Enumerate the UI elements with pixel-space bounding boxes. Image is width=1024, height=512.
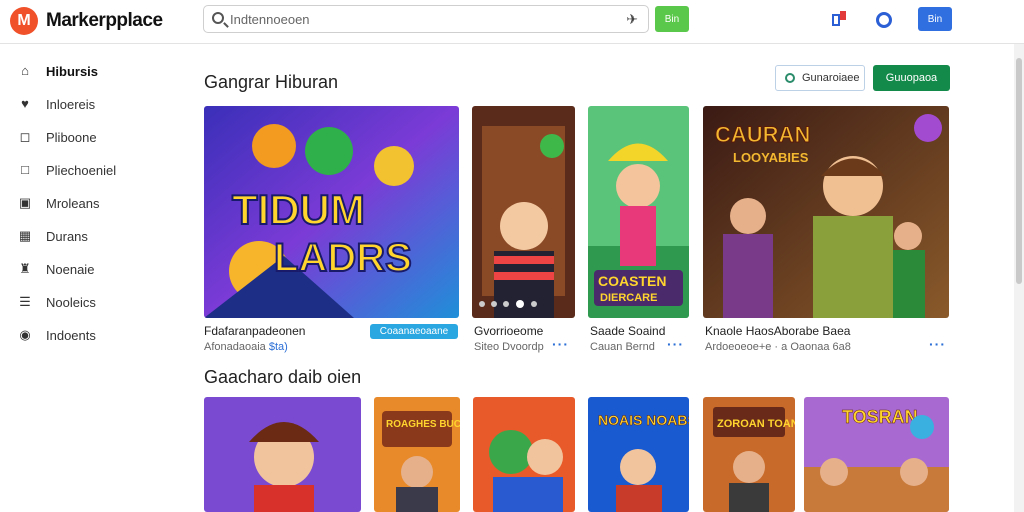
section-title: Gangrar Hiburan bbox=[204, 72, 339, 92]
microphone-icon[interactable]: ✈ bbox=[626, 11, 638, 28]
game-thumbnail[interactable]: ZOROAN TOAN bbox=[703, 397, 795, 512]
box-icon: ◻ bbox=[19, 129, 31, 144]
cart-icon[interactable] bbox=[832, 11, 848, 27]
circle-square-icon: ◉ bbox=[19, 327, 31, 342]
sidebar-item-label: Mroleans bbox=[46, 196, 100, 211]
game-thumbnail[interactable]: CAURAN LOOYABIES bbox=[703, 106, 949, 318]
card-subtitle: Cauan Bernd bbox=[590, 341, 655, 353]
card-title[interactable]: Gvorrioeome bbox=[474, 324, 543, 338]
top-bar: M Markerpplace ✈ Bin Bin bbox=[0, 0, 1024, 44]
game-thumbnail[interactable]: COASTEN DIERCARE bbox=[588, 106, 689, 318]
more-options-icon[interactable]: ··· bbox=[929, 336, 946, 352]
thumbnail-text: TOSRAN bbox=[842, 407, 918, 427]
game-thumbnail[interactable]: ROAGHES BUCKERS bbox=[374, 397, 460, 512]
location-button[interactable]: Gunaroiaee bbox=[775, 65, 865, 91]
image-icon: ▣ bbox=[18, 195, 32, 210]
home-icon: ⌂ bbox=[21, 63, 29, 78]
game-thumbnail[interactable]: NOAIS NOABS bbox=[588, 397, 689, 512]
game-thumbnail[interactable]: TOSRAN bbox=[804, 397, 949, 512]
card-subtitle: Ardoeoeoe+e · a Oaonaa 6a8 bbox=[705, 341, 851, 353]
game-thumbnail[interactable] bbox=[472, 106, 575, 318]
sidebar-item-8[interactable]: ☰ Nooleics bbox=[0, 290, 180, 314]
more-options-icon[interactable]: ··· bbox=[667, 336, 684, 352]
card-price: $ta) bbox=[268, 341, 288, 353]
card-title[interactable]: Knaole HaosAborabe Baea bbox=[705, 324, 850, 338]
sidebar-item-9[interactable]: ◉ Indoents bbox=[0, 323, 180, 347]
card-title[interactable]: Saade Soaind bbox=[590, 324, 665, 338]
search-go-button[interactable]: Bin bbox=[655, 6, 689, 32]
list-icon: ☰ bbox=[19, 294, 31, 309]
sidebar-item-label: Inloereis bbox=[46, 97, 96, 112]
game-thumbnail[interactable]: TIDUM LADRS bbox=[204, 106, 459, 318]
thumbnail-text: ROAGHES BUCKERS bbox=[386, 419, 460, 430]
location-pin-icon bbox=[785, 73, 795, 83]
thumbnail-text: COASTEN bbox=[598, 273, 666, 289]
card-title[interactable]: Fdafaranpadeonen bbox=[204, 324, 305, 338]
sidebar-item-5[interactable]: ▣ Mroleans bbox=[0, 191, 180, 215]
search-icon bbox=[212, 12, 224, 24]
thumbnail-text: LADRS bbox=[274, 236, 412, 280]
card-subtitle: Siteo Dvoordp bbox=[474, 341, 544, 353]
sidebar-item-label: Hibursis bbox=[46, 64, 99, 79]
search-input[interactable] bbox=[230, 10, 610, 28]
sidebar-item-label: Pliechoeniel bbox=[46, 163, 117, 178]
sidebar-item-2[interactable]: ♥ Inloereis bbox=[0, 92, 180, 116]
user-button[interactable]: Bin bbox=[918, 7, 952, 31]
location-button-label: Gunaroiaee bbox=[802, 72, 860, 84]
thumbnail-text: ZOROAN TOAN bbox=[717, 418, 795, 430]
building-icon: ♜ bbox=[19, 261, 31, 276]
scrollbar-thumb[interactable] bbox=[1016, 58, 1022, 284]
sidebar-item-label: Durans bbox=[46, 229, 88, 244]
sidebar-item-label: Indoents bbox=[46, 328, 96, 343]
more-options-icon[interactable]: ··· bbox=[552, 336, 569, 352]
primary-action-button[interactable]: Guuopaoa bbox=[873, 65, 950, 91]
card-badge[interactable]: Coaanaeoaane bbox=[370, 324, 458, 339]
sidebar-item-label: Pliboone bbox=[46, 130, 97, 145]
game-thumbnail[interactable] bbox=[204, 397, 361, 512]
notification-icon[interactable] bbox=[876, 12, 892, 28]
sidebar-item-3[interactable]: ◻ Pliboone bbox=[0, 125, 180, 149]
thumbnail-text: NOAIS NOABS bbox=[598, 412, 689, 428]
thumbnail-text: LOOYABIES bbox=[733, 150, 809, 165]
sidebar-item-home[interactable]: ⌂ Hibursis bbox=[0, 59, 180, 83]
sidebar-item-7[interactable]: ♜ Noenaie bbox=[0, 257, 180, 281]
section-title: Gaacharo daib oien bbox=[204, 367, 362, 387]
square-icon: □ bbox=[21, 162, 29, 177]
sidebar-item-6[interactable]: ▦ Durans bbox=[0, 224, 180, 248]
heart-icon: ♥ bbox=[21, 96, 29, 111]
thumbnail-text: DIERCARE bbox=[600, 292, 657, 304]
scrollbar[interactable] bbox=[1014, 44, 1024, 512]
thumbnail-text: CAURAN bbox=[715, 122, 810, 147]
search-box[interactable]: ✈ bbox=[203, 5, 649, 33]
thumbnail-text: TIDUM bbox=[232, 186, 365, 233]
tag-icon: ▦ bbox=[18, 228, 32, 243]
sidebar-item-label: Nooleics bbox=[46, 295, 96, 310]
game-thumbnail[interactable] bbox=[473, 397, 575, 512]
logo-letter: M bbox=[17, 12, 31, 29]
card-subtitle-text: Afonadaoaia bbox=[204, 341, 266, 353]
sidebar-item-label: Noenaie bbox=[46, 262, 95, 277]
sidebar-item-4[interactable]: □ Pliechoeniel bbox=[0, 158, 180, 182]
app-logo[interactable]: M bbox=[10, 7, 38, 35]
card-subtitle: Afonadaoaia $ta) bbox=[204, 341, 288, 353]
brand-name[interactable]: Markerpplace bbox=[46, 10, 163, 32]
